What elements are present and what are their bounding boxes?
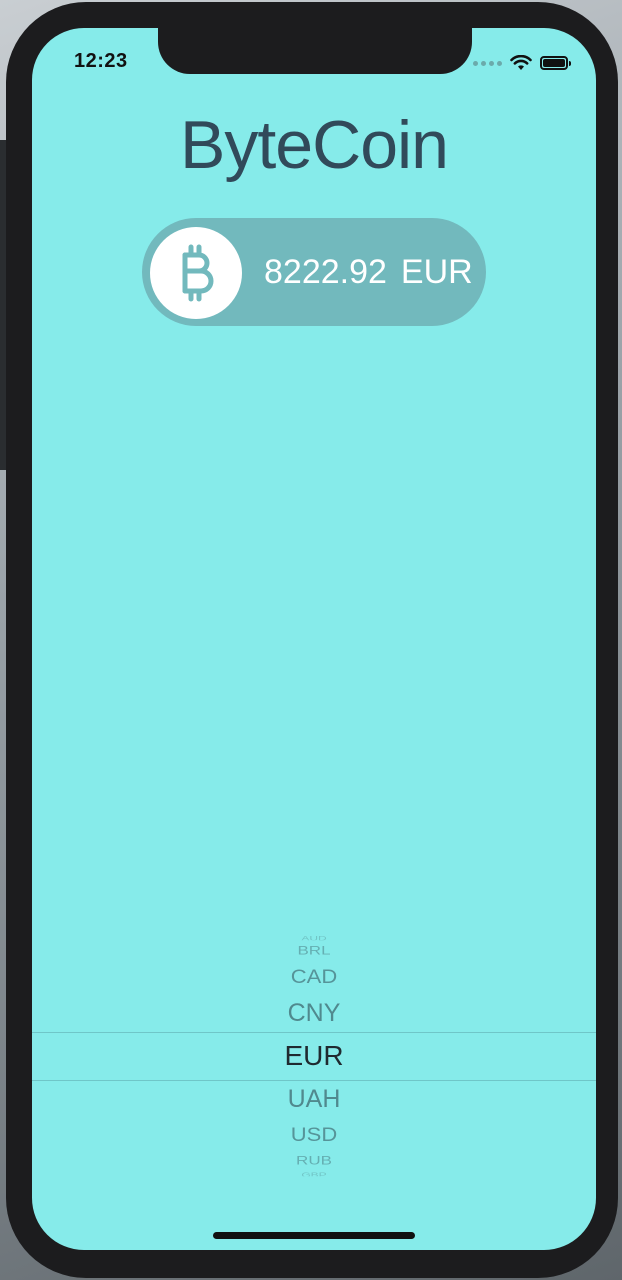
phone-notch	[158, 28, 472, 74]
picker-selection-top-divider	[32, 1032, 596, 1033]
picker-row[interactable]: CAD	[32, 966, 596, 989]
status-time: 12:23	[74, 50, 128, 72]
app-title: ByteCoin	[180, 107, 449, 183]
picker-row-selected[interactable]: EUR	[32, 1038, 596, 1074]
status-icons	[473, 52, 571, 74]
cellular-signal-icon	[473, 60, 502, 66]
battery-icon	[540, 56, 571, 70]
price-currency: EUR	[400, 252, 473, 291]
bitcoin-icon	[182, 244, 214, 302]
picker-selection-bottom-divider	[32, 1080, 596, 1081]
picker-row[interactable]: USD	[32, 1124, 596, 1147]
coin-badge	[150, 227, 242, 319]
home-indicator[interactable]	[213, 1232, 415, 1239]
price-display: 8222.92 EUR	[142, 218, 486, 326]
picker-row[interactable]: GBP	[32, 1172, 596, 1176]
picker-row[interactable]: BRL	[32, 944, 596, 958]
picker-row[interactable]: RUB	[32, 1154, 596, 1168]
price-value: 8222.92	[264, 252, 387, 291]
wifi-icon	[510, 55, 532, 70]
price-text: 8222.92 EUR	[264, 218, 473, 326]
currency-picker[interactable]: AUD BRL CAD CNY EUR UAH USD RUB GBP	[32, 934, 596, 1180]
picker-row[interactable]: UAH	[32, 1084, 596, 1114]
picker-row[interactable]: CNY	[32, 998, 596, 1028]
picker-row[interactable]: AUD	[32, 936, 596, 940]
